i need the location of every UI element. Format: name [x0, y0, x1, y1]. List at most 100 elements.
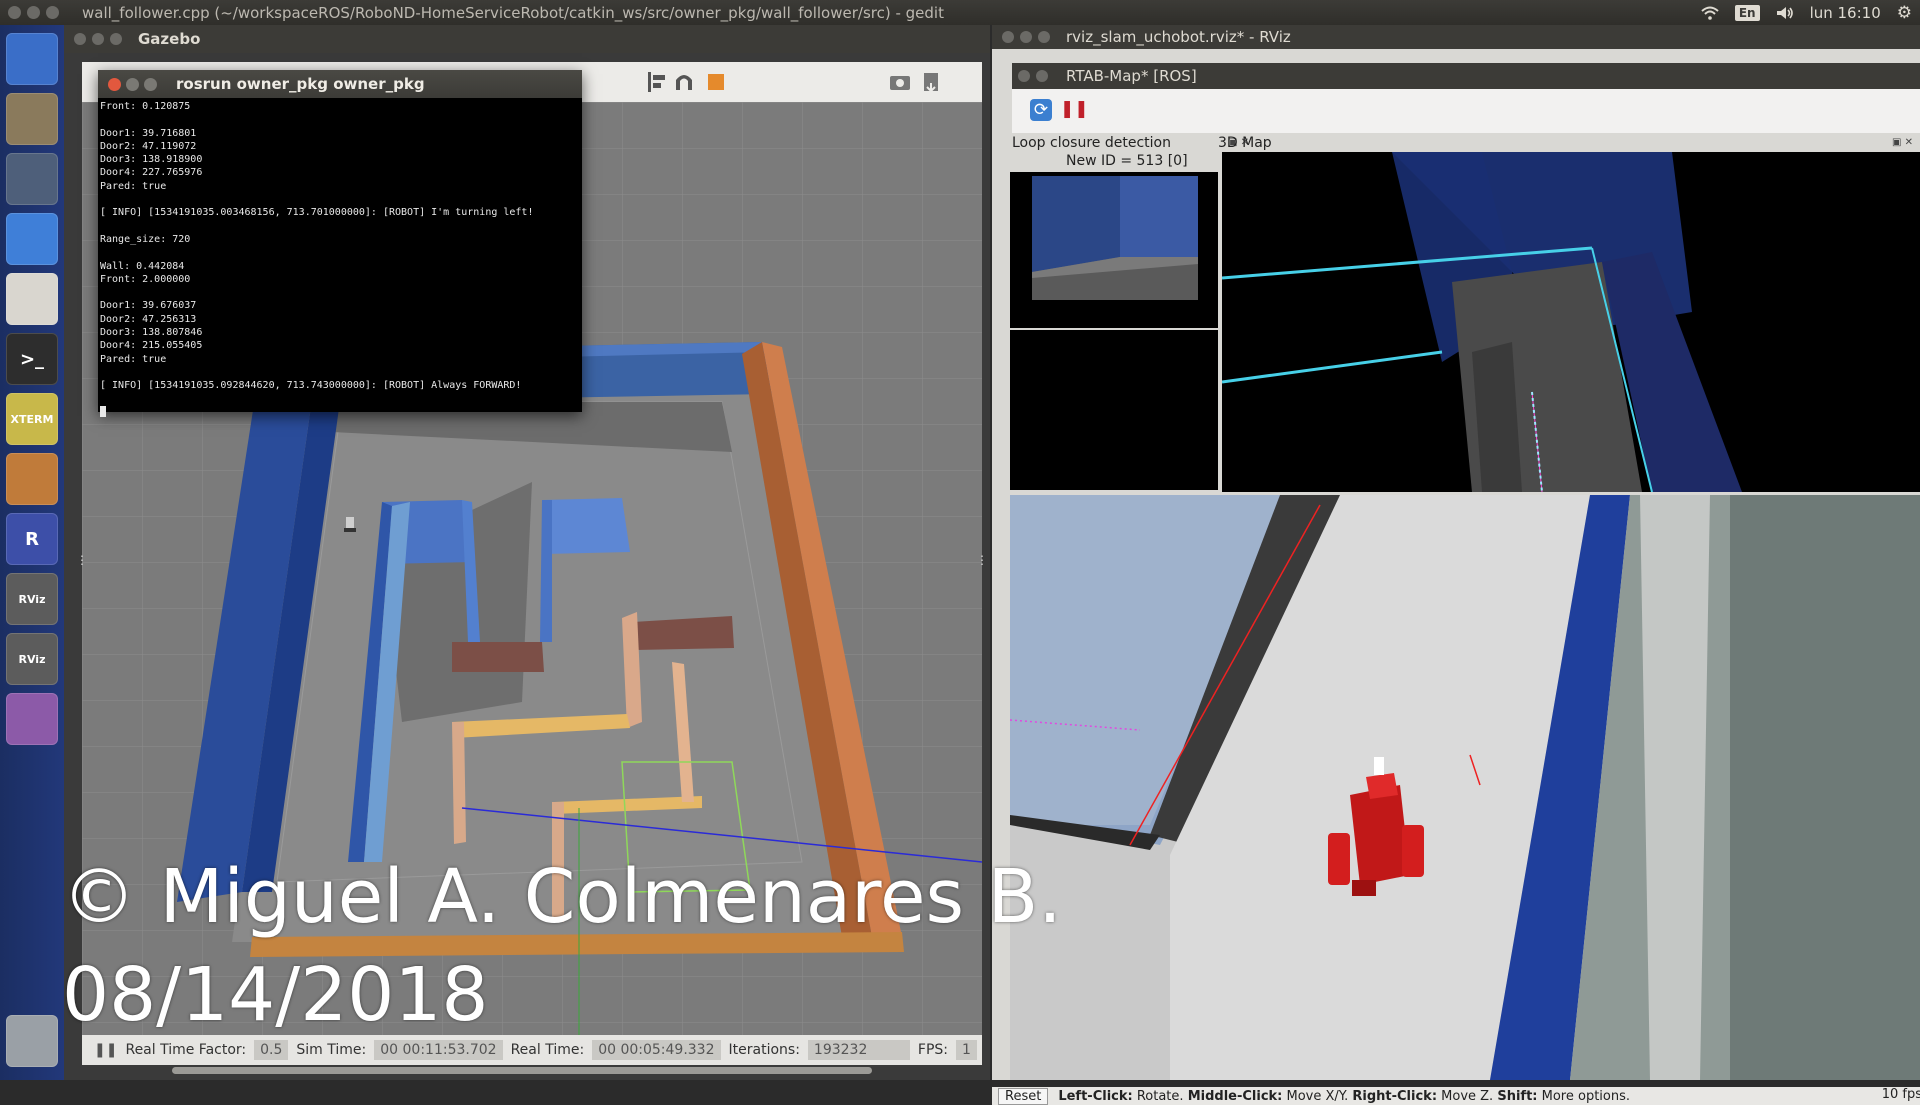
pause-icon[interactable]: ❚❚	[1060, 99, 1089, 121]
gazebo-minimize-button[interactable]	[92, 33, 104, 45]
left-splitter-handle[interactable]: ⋮	[76, 553, 88, 567]
snap-icon[interactable]	[676, 75, 692, 90]
launcher-rviz-2-icon[interactable]: RViz	[6, 633, 58, 685]
terminal-line: Front: 2.000000	[100, 273, 191, 285]
terminal-close-button[interactable]	[108, 77, 121, 91]
terminal-line: Door2: 47.256313	[100, 313, 197, 325]
system-tray: En lun 16:10 ⚙	[1701, 0, 1912, 25]
loop-closure-label: Loop closure detection	[1012, 135, 1171, 151]
terminal-line: Range_size: 720	[100, 233, 191, 245]
fps-value: 1	[956, 1040, 977, 1060]
launcher-terminal-label: >_	[19, 348, 45, 370]
sim-time-label: Sim Time:	[296, 1042, 367, 1058]
terminal-maximize-button[interactable]	[144, 77, 157, 91]
terminal-window[interactable]: rosrun owner_pkg owner_pkg Front: 0.1208…	[98, 70, 582, 417]
screenshot-camera-icon[interactable]	[890, 76, 910, 90]
terminal-line: Door4: 215.055405	[100, 340, 203, 352]
gazebo-close-button[interactable]	[74, 33, 86, 45]
launcher-rviz-2-label: RViz	[18, 652, 46, 666]
launcher-virtualbox-icon[interactable]	[6, 453, 58, 505]
shift-hint-key: Shift:	[1497, 1088, 1538, 1104]
launcher-rviz-1-label: RViz	[18, 592, 46, 606]
fps-label: FPS:	[917, 1042, 949, 1058]
gazebo-title: Gazebo	[138, 30, 201, 48]
rviz-3d-view[interactable]	[1010, 495, 1920, 1080]
left-click-hint-key: Left-Click:	[1058, 1088, 1133, 1104]
minimize-window-button[interactable]	[27, 6, 40, 19]
right-click-hint-key: Right-Click:	[1352, 1088, 1438, 1104]
launcher-text-editor-icon[interactable]	[6, 273, 58, 325]
close-window-button[interactable]	[8, 6, 21, 19]
left-click-hint: Rotate.	[1136, 1088, 1184, 1104]
launcher-rviz-1-icon[interactable]: RViz	[6, 573, 58, 625]
terminal-line: Door1: 39.676037	[100, 300, 197, 312]
terminal-line: Wall: 0.442084	[100, 260, 185, 272]
launcher-trash-icon[interactable]	[6, 1015, 58, 1067]
terminal-titlebar: rosrun owner_pkg owner_pkg	[98, 70, 582, 98]
launcher-workspace-switcher-icon[interactable]	[6, 693, 58, 745]
maximize-window-button[interactable]	[46, 6, 59, 19]
change-view-icon[interactable]	[708, 74, 724, 90]
launcher-chromium-icon[interactable]	[6, 213, 58, 265]
rviz-minimize-button[interactable]	[1020, 31, 1032, 43]
rtabmap-toolbar: ⟳ ❚❚	[1012, 89, 1920, 133]
log-icon[interactable]	[924, 73, 938, 93]
gazebo-maximize-button[interactable]	[110, 33, 122, 45]
new-id-label: New ID = 513 [0]	[1066, 153, 1188, 169]
volume-icon[interactable]	[1776, 6, 1794, 20]
launcher-rqt-icon[interactable]: R	[6, 513, 58, 565]
pause-button[interactable]: ❚❚	[94, 1042, 117, 1058]
rviz-statusbar: Reset Left-Click: Rotate. Middle-Click: …	[992, 1087, 1920, 1105]
launcher-xterm-icon[interactable]: XTERM	[6, 393, 58, 445]
terminal-minimize-button[interactable]	[126, 77, 139, 91]
right-splitter-handle[interactable]: ⋮	[976, 553, 988, 567]
rtabmap-minimize-button[interactable]	[1036, 70, 1048, 82]
real-time-label: Real Time:	[510, 1042, 585, 1058]
terminal-line: Door2: 47.119072	[100, 140, 197, 152]
rviz-fps: 10 fps	[1881, 1087, 1920, 1102]
gazebo-statusbar: ❚❚ Real Time Factor: 0.5 Sim Time: 00 00…	[82, 1035, 982, 1065]
terminal-line: Door3: 138.918900	[100, 154, 203, 166]
gazebo-horizontal-scrollbar[interactable]	[172, 1067, 872, 1074]
terminal-line: [ INFO] [1534191035.092844620, 713.74300…	[100, 380, 522, 392]
iterations-value: 193232	[807, 1040, 910, 1060]
map3d-label: 3D Map	[1218, 135, 1272, 151]
launcher-ubuntu-dash-icon[interactable]	[6, 33, 58, 85]
terminal-line: Front: 0.120875	[100, 101, 191, 112]
rviz-maximize-button[interactable]	[1038, 31, 1050, 43]
rviz-close-button[interactable]	[1002, 31, 1014, 43]
settings-gear-icon[interactable]: ⚙	[1897, 3, 1912, 23]
terminal-output[interactable]: Front: 0.120875 Door1: 39.716801 Door2: 4…	[98, 98, 582, 421]
real-time-factor-value: 0.5	[254, 1040, 289, 1060]
refresh-icon[interactable]: ⟳	[1030, 99, 1052, 121]
rtabmap-titlebar: RTAB-Map* [ROS]	[1012, 63, 1920, 89]
rtabmap-title: RTAB-Map* [ROS]	[1066, 67, 1197, 85]
align-icon[interactable]	[648, 72, 665, 92]
rtabmap-3d-map[interactable]	[1222, 152, 1920, 492]
launcher-terminal-icon[interactable]: >_	[6, 333, 58, 385]
launcher-files-icon[interactable]	[6, 93, 58, 145]
rviz-3d-render	[1010, 495, 1920, 1080]
iterations-label: Iterations:	[728, 1042, 800, 1058]
keyboard-layout-indicator[interactable]: En	[1734, 4, 1760, 21]
rtabmap-close-button[interactable]	[1018, 70, 1030, 82]
map3d-undock-icon[interactable]: ▣ ✕	[1892, 137, 1913, 148]
launcher-system-settings-icon[interactable]	[6, 153, 58, 205]
launcher-rqt-label: R	[25, 528, 39, 550]
window-controls	[0, 6, 68, 19]
right-click-hint: Move Z.	[1441, 1088, 1494, 1104]
launcher: >_ XTERM R RViz RViz	[0, 25, 65, 1080]
reset-view-button[interactable]: Reset	[998, 1087, 1049, 1105]
middle-click-hint: Move X/Y.	[1286, 1088, 1349, 1104]
rviz-title: rviz_slam_uchobot.rviz* - RViz	[1066, 28, 1291, 46]
top-panel: wall_follower.cpp (~/workspaceROS/RoboND…	[0, 0, 1920, 25]
terminal-line: Pared: true	[100, 180, 167, 192]
wifi-icon[interactable]	[1701, 6, 1719, 20]
clock[interactable]: lun 16:10	[1810, 4, 1881, 22]
